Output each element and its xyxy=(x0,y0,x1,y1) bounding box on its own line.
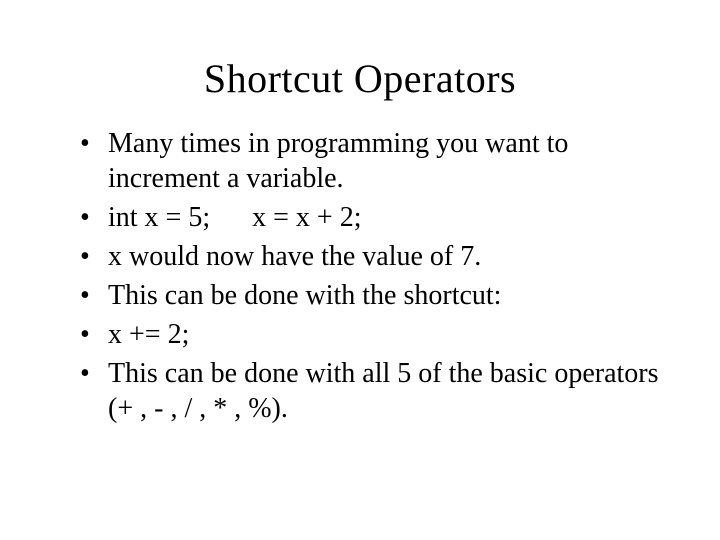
slide-title: Shortcut Operators xyxy=(60,55,660,102)
list-item: Many times in programming you want to in… xyxy=(80,126,660,196)
list-item: x += 2; xyxy=(80,317,660,352)
list-item: This can be done with the shortcut: xyxy=(80,278,660,313)
bullet-list: Many times in programming you want to in… xyxy=(60,126,660,426)
list-item: int x = 5; x = x + 2; xyxy=(80,200,660,235)
list-item: This can be done with all 5 of the basic… xyxy=(80,356,660,426)
slide: Shortcut Operators Many times in program… xyxy=(0,0,720,540)
list-item: x would now have the value of 7. xyxy=(80,239,660,274)
